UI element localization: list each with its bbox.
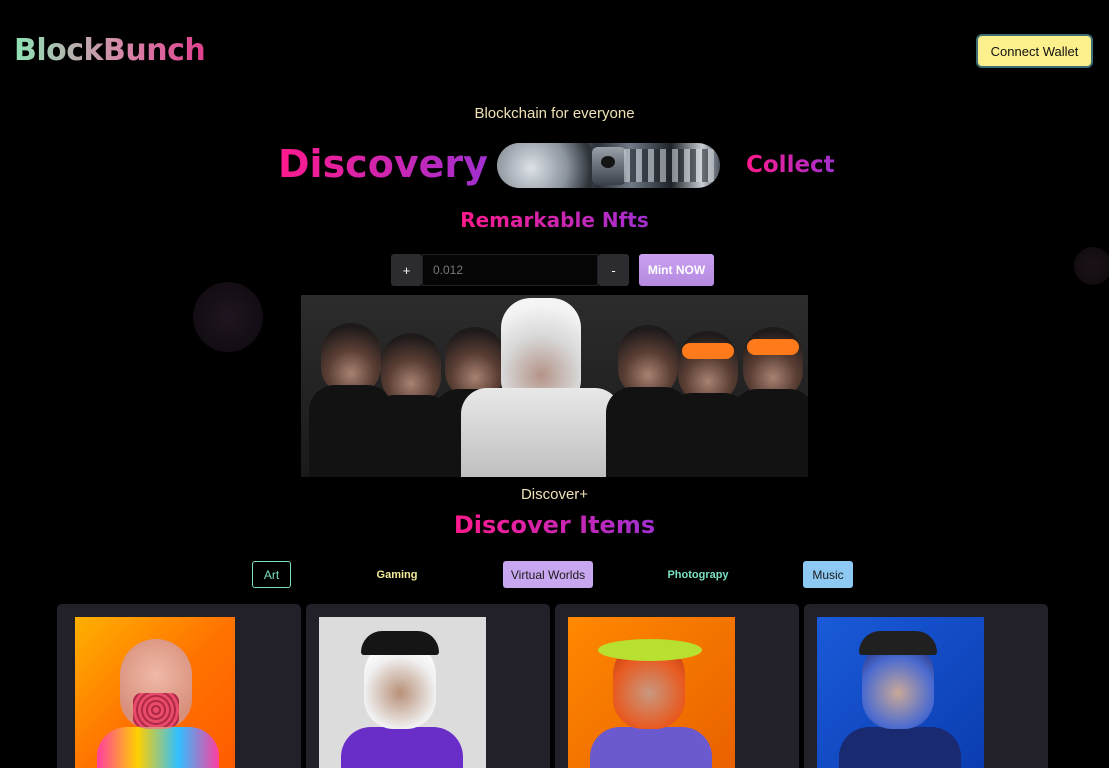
filter-music[interactable]: Music <box>803 561 853 588</box>
background-glow <box>1074 247 1109 285</box>
increment-button[interactable]: + <box>391 254 422 286</box>
discover-items-title: Discover Items <box>0 511 1109 539</box>
nft-image <box>568 617 735 768</box>
decrement-button[interactable]: - <box>598 254 629 286</box>
nft-card[interactable] <box>555 604 799 768</box>
ape-figure <box>731 327 808 477</box>
logo[interactable]: BlockBunch <box>14 33 206 68</box>
background-glow <box>193 282 263 352</box>
nft-card[interactable] <box>57 604 301 768</box>
screens-graphic <box>624 149 714 182</box>
mint-quantity-control: + - <box>391 254 629 286</box>
price-input[interactable] <box>422 254 598 286</box>
connect-wallet-button[interactable]: Connect Wallet <box>976 34 1093 68</box>
nft-image <box>817 617 984 768</box>
tagline: Blockchain for everyone <box>474 105 635 122</box>
hero-heading-discovery: Discovery <box>278 142 488 186</box>
banner-caption: Discover+ <box>520 486 589 503</box>
ape-figure-white <box>461 298 621 477</box>
filter-virtual-worlds[interactable]: Virtual Worlds <box>503 561 593 588</box>
filter-art[interactable]: Art <box>252 561 291 588</box>
astronaut-graphic <box>592 147 626 185</box>
nft-image <box>75 617 235 768</box>
moon-graphic <box>497 143 597 188</box>
filter-photography[interactable]: Photograpy <box>660 561 736 588</box>
nft-card[interactable] <box>804 604 1048 768</box>
nft-banner-image <box>301 295 808 477</box>
hero-heading-collect: Collect <box>746 152 835 178</box>
discover-items-title-text: Discover Items <box>453 511 656 539</box>
hero-subtitle-text: Remarkable Nfts <box>460 208 649 232</box>
nft-card[interactable] <box>306 604 550 768</box>
nft-image <box>319 617 486 768</box>
mint-now-button[interactable]: Mint NOW <box>639 254 714 286</box>
hero-subtitle: Remarkable Nfts <box>0 208 1109 232</box>
hero-image-pill <box>497 143 720 188</box>
filter-gaming[interactable]: Gaming <box>368 561 426 588</box>
